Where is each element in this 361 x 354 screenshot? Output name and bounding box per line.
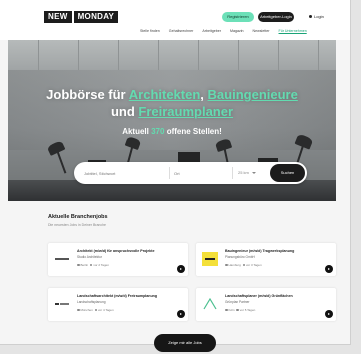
- job-location: Berlin: [80, 263, 89, 267]
- site-header: NEW MONDAY Registrieren Arbeitgeber-Logi…: [0, 0, 350, 40]
- hero-title-separator: ,: [200, 87, 204, 102]
- nav-item-magazin[interactable]: Magazin: [230, 29, 244, 33]
- location-input[interactable]: [174, 168, 229, 178]
- job-title: Bauingenieur (m/w/d) Tragwerksplanung: [225, 249, 295, 253]
- company-logo: [54, 297, 70, 311]
- new-monday-logo[interactable]: NEW MONDAY: [44, 11, 119, 23]
- job-date: vor 4 Tagen: [98, 308, 114, 312]
- job-date: vor 2 Tagen: [93, 263, 109, 267]
- job-meta: Hamburg vor 3 Tagen: [225, 263, 262, 267]
- job-company: Planungsbüro GmbH: [225, 255, 255, 259]
- job-card[interactable]: Architekt (m/w/d) für anspruchsvolle Pro…: [48, 243, 188, 276]
- page-frame: NEW MONDAY Registrieren Arbeitgeber-Logi…: [0, 0, 351, 345]
- job-card[interactable]: Landschaftsplaner (m/w/d) Grünflächen Gr…: [196, 288, 336, 321]
- login-label: Login: [314, 14, 324, 19]
- job-title: Landschaftsarchitekt (m/w/d) Freiraumpla…: [77, 294, 158, 298]
- calendar-icon: [242, 263, 246, 267]
- user-icon: [309, 15, 312, 19]
- company-logo: [54, 252, 70, 266]
- hero-subtitle-suffix: offene Stellen!: [166, 127, 222, 136]
- calendar-icon: [94, 308, 98, 312]
- nav-item-fuer-unternehmen[interactable]: Für Unternehmen: [279, 29, 307, 33]
- location-icon: [77, 308, 80, 312]
- hero-subtitle: Aktuell 370 offene Stellen!: [8, 127, 336, 136]
- keyword-input[interactable]: [84, 168, 169, 178]
- job-meta: Köln vor 5 Tagen: [225, 308, 255, 312]
- job-card[interactable]: Landschaftsarchitekt (m/w/d) Freiraumpla…: [48, 288, 188, 321]
- hero-link-bauingenieure[interactable]: Bauingenieure: [208, 87, 298, 102]
- radius-select[interactable]: 25 km: [238, 168, 249, 178]
- calendar-icon: [89, 263, 93, 267]
- hero-link-freiraumplaner[interactable]: Freiraumplaner: [138, 104, 233, 119]
- location-icon: [225, 263, 228, 267]
- hero-background-ceiling: [8, 40, 336, 70]
- chevron-down-icon: [252, 172, 256, 174]
- job-company: Landschaftsplanung: [77, 300, 106, 304]
- hero-title-and: und: [110, 104, 135, 119]
- job-title: Architekt (m/w/d) für anspruchsvolle Pro…: [77, 249, 155, 253]
- hero-title-line2: und Freiraumplaner: [8, 104, 336, 119]
- calendar-icon: [236, 308, 239, 312]
- job-location: München: [80, 308, 93, 312]
- company-login-button[interactable]: Arbeitgeber-Login: [258, 12, 294, 22]
- open-job-arrow-icon[interactable]: [177, 265, 185, 273]
- nav-item-stelle-finden[interactable]: Stelle finden: [140, 29, 160, 33]
- job-meta: Berlin vor 2 Tagen: [77, 263, 109, 267]
- current-jobs-subtitle: Die neuesten Jobs in Deiner Branche: [48, 223, 106, 227]
- logo-part-new: NEW: [44, 11, 72, 23]
- job-location: Köln: [228, 308, 235, 312]
- job-company: Grünplan Partner: [225, 300, 250, 304]
- job-date: vor 5 Tagen: [239, 308, 256, 312]
- job-card[interactable]: Bauingenieur (m/w/d) Tragwerksplanung Pl…: [196, 243, 336, 276]
- open-job-arrow-icon[interactable]: [177, 310, 185, 318]
- login-link[interactable]: Login: [309, 12, 324, 22]
- hero-link-architekten[interactable]: Architekten: [129, 87, 201, 102]
- nav-item-gehaltsrechner[interactable]: Gehaltsrechner: [169, 29, 194, 33]
- location-icon: [225, 308, 228, 312]
- open-job-arrow-icon[interactable]: [325, 310, 333, 318]
- company-logo: [202, 297, 218, 311]
- job-date: vor 3 Tagen: [246, 263, 262, 267]
- hero-subtitle-prefix: Aktuell: [122, 127, 149, 136]
- nav-item-newsletter[interactable]: Newsletter: [253, 29, 270, 33]
- job-location: Hamburg: [228, 263, 241, 267]
- job-company: Studio Architektur: [77, 255, 102, 259]
- hero-title-prefix: Jobbörse für: [46, 87, 126, 102]
- search-divider: [232, 167, 233, 179]
- location-icon: [77, 263, 80, 267]
- register-button[interactable]: Registrieren: [222, 12, 254, 22]
- current-jobs-title: Aktuelle Branchenjobs: [48, 214, 108, 220]
- logo-part-monday: MONDAY: [73, 11, 119, 23]
- search-divider: [169, 167, 170, 179]
- company-logo: [202, 252, 218, 266]
- nav-item-arbeitgeber[interactable]: Arbeitgeber: [202, 29, 221, 33]
- open-job-arrow-icon[interactable]: [325, 265, 333, 273]
- main-nav: Stelle finden Gehaltsrechner Arbeitgeber…: [140, 29, 307, 33]
- show-all-jobs-button[interactable]: Zeige mir alle Jobs: [154, 334, 216, 352]
- hero-title-line1: Jobbörse für Architekten, Bauingenieure: [8, 87, 336, 102]
- search-button[interactable]: Suchen: [270, 164, 305, 182]
- job-meta: München vor 4 Tagen: [77, 308, 114, 312]
- open-positions-count: 370: [151, 127, 165, 136]
- job-search-bar: 25 km Suchen: [74, 162, 307, 184]
- job-title: Landschaftsplaner (m/w/d) Grünflächen: [225, 294, 293, 298]
